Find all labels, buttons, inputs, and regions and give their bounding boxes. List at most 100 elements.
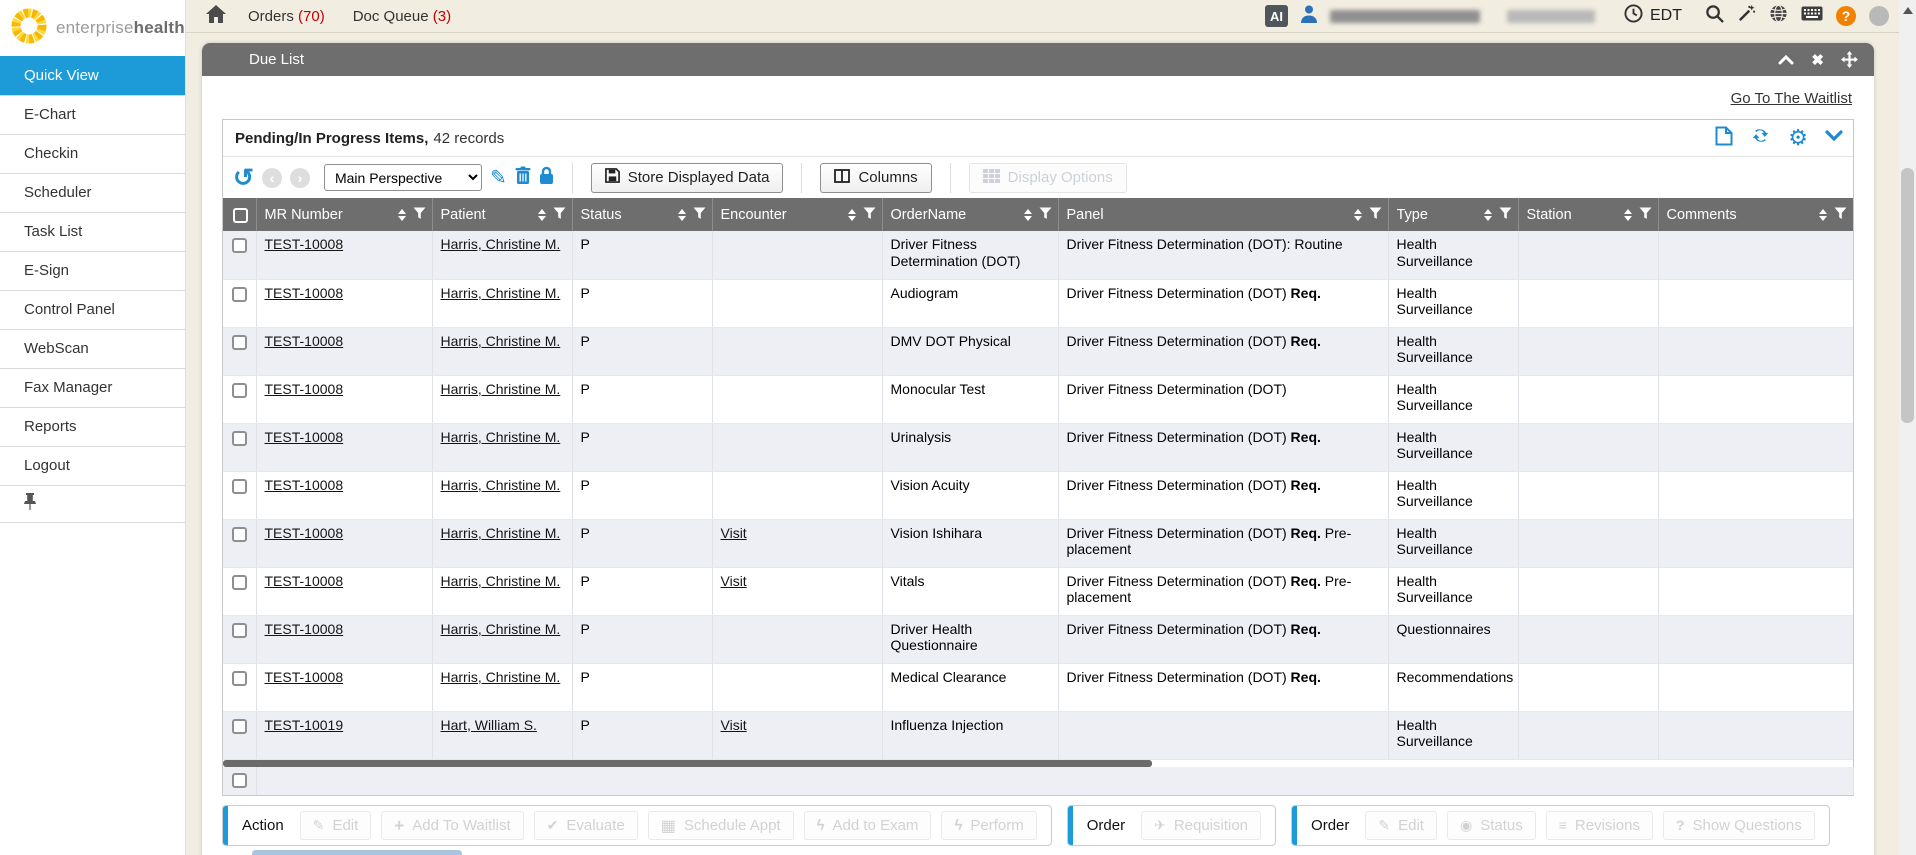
sort-icon[interactable]: [398, 209, 406, 221]
sidebar-item[interactable]: Fax Manager: [0, 368, 185, 407]
encounter-link[interactable]: Visit: [721, 717, 747, 733]
sidebar-item[interactable]: Task List: [0, 212, 185, 251]
patient-link[interactable]: Harris, Christine M.: [441, 525, 561, 541]
sidebar-pin[interactable]: [0, 485, 185, 523]
row-checkbox[interactable]: [232, 287, 247, 302]
sort-icon[interactable]: [678, 209, 686, 221]
filter-icon[interactable]: [413, 207, 426, 223]
sidebar-item[interactable]: Quick View: [0, 56, 185, 95]
sidebar-item[interactable]: Checkin: [0, 134, 185, 173]
row-checkbox[interactable]: [232, 773, 247, 788]
sort-icon[interactable]: [1819, 209, 1827, 221]
encounter-link[interactable]: Visit: [721, 573, 747, 589]
encounter-link[interactable]: Visit: [721, 525, 747, 541]
page-hscroll-thumb[interactable]: [252, 850, 462, 855]
filter-icon[interactable]: [553, 207, 566, 223]
mr-number-link[interactable]: TEST-10008: [265, 333, 344, 349]
patient-link[interactable]: Harris, Christine M.: [441, 333, 561, 349]
gear-icon[interactable]: ⚙: [1788, 128, 1808, 148]
mr-number-link[interactable]: TEST-10008: [265, 477, 344, 493]
patient-link[interactable]: Harris, Christine M.: [441, 285, 561, 301]
row-checkbox[interactable]: [232, 623, 247, 638]
sort-icon[interactable]: [1624, 209, 1632, 221]
filter-icon[interactable]: [863, 207, 876, 223]
sidebar-item[interactable]: E-Chart: [0, 95, 185, 134]
sidebar-item[interactable]: Logout: [0, 446, 185, 485]
table-hscroll-thumb[interactable]: [223, 760, 1152, 767]
patient-link[interactable]: Harris, Christine M.: [441, 669, 561, 685]
refresh-icon[interactable]: [1750, 125, 1771, 151]
sort-icon[interactable]: [1354, 209, 1362, 221]
move-icon[interactable]: [1841, 51, 1858, 68]
keyboard-icon[interactable]: [1801, 6, 1823, 26]
lock-icon[interactable]: [539, 166, 554, 190]
row-checkbox[interactable]: [232, 575, 247, 590]
sort-icon[interactable]: [538, 209, 546, 221]
delete-perspective-icon[interactable]: [515, 166, 531, 190]
select-all-checkbox[interactable]: [233, 208, 248, 223]
row-checkbox[interactable]: [232, 479, 247, 494]
filter-icon[interactable]: [1039, 207, 1052, 223]
row-checkbox[interactable]: [232, 527, 247, 542]
chevron-down-icon[interactable]: [1825, 129, 1843, 147]
patient-link[interactable]: Harris, Christine M.: [441, 381, 561, 397]
sidebar-item[interactable]: Reports: [0, 407, 185, 446]
clock-icon[interactable]: [1624, 4, 1643, 28]
nav-doc-queue[interactable]: Doc Queue (3): [353, 8, 451, 25]
row-checkbox[interactable]: [232, 671, 247, 686]
edit-perspective-icon[interactable]: ✎: [490, 165, 507, 190]
scroll-up-icon[interactable]: [1903, 7, 1913, 14]
wand-icon[interactable]: [1737, 4, 1756, 28]
mr-number-link[interactable]: TEST-10008: [265, 285, 344, 301]
sidebar-item[interactable]: Control Panel: [0, 290, 185, 329]
perspective-select[interactable]: Main Perspective: [324, 164, 482, 191]
row-checkbox[interactable]: [232, 238, 247, 253]
sidebar-item[interactable]: E-Sign: [0, 251, 185, 290]
filter-icon[interactable]: [1369, 207, 1382, 223]
mr-number-link[interactable]: TEST-10008: [265, 429, 344, 445]
mr-number-link[interactable]: TEST-10008: [265, 669, 344, 685]
scrollbar-thumb[interactable]: [1901, 168, 1914, 423]
columns-button[interactable]: Columns: [820, 163, 931, 193]
mr-number-link[interactable]: TEST-10008: [265, 236, 344, 252]
go-to-waitlist-link[interactable]: Go To The Waitlist: [1731, 90, 1852, 107]
row-checkbox[interactable]: [232, 719, 247, 734]
store-displayed-data-button[interactable]: Store Displayed Data: [591, 163, 784, 193]
close-icon[interactable]: ✖: [1811, 51, 1824, 69]
new-document-icon[interactable]: [1715, 126, 1733, 151]
patient-link[interactable]: Harris, Christine M.: [441, 477, 561, 493]
ai-badge[interactable]: AI: [1265, 5, 1288, 27]
globe-icon[interactable]: [1769, 4, 1788, 28]
mr-number-link[interactable]: TEST-10008: [265, 621, 344, 637]
patient-link[interactable]: Harris, Christine M.: [441, 621, 561, 637]
patient-link[interactable]: Harris, Christine M.: [441, 429, 561, 445]
mr-number-link[interactable]: TEST-10008: [265, 573, 344, 589]
collapse-icon[interactable]: [1778, 55, 1794, 65]
filter-icon[interactable]: [1639, 207, 1652, 223]
filter-icon[interactable]: [1834, 207, 1847, 223]
sidebar-item[interactable]: WebScan: [0, 329, 185, 368]
sort-icon[interactable]: [848, 209, 856, 221]
patient-link[interactable]: Harris, Christine M.: [441, 236, 561, 252]
row-checkbox[interactable]: [232, 335, 247, 350]
nav-orders[interactable]: Orders (70): [248, 8, 325, 25]
patient-link[interactable]: Hart, William S.: [441, 717, 537, 733]
mr-number-link[interactable]: TEST-10008: [265, 525, 344, 541]
page-scrollbar[interactable]: [1899, 0, 1916, 855]
undo-icon[interactable]: ↺: [233, 166, 254, 190]
filter-icon[interactable]: [1499, 207, 1512, 223]
patient-link[interactable]: Harris, Christine M.: [441, 573, 561, 589]
user-icon[interactable]: [1301, 5, 1317, 28]
sort-icon[interactable]: [1024, 209, 1032, 221]
row-checkbox[interactable]: [232, 383, 247, 398]
mr-number-link[interactable]: TEST-10008: [265, 381, 344, 397]
filter-icon[interactable]: [693, 207, 706, 223]
grid-record-count: 42 records: [433, 130, 504, 147]
home-icon[interactable]: [206, 5, 226, 28]
search-icon[interactable]: [1705, 4, 1724, 28]
help-icon[interactable]: ?: [1836, 6, 1856, 26]
sort-icon[interactable]: [1484, 209, 1492, 221]
row-checkbox[interactable]: [232, 431, 247, 446]
sidebar-item[interactable]: Scheduler: [0, 173, 185, 212]
mr-number-link[interactable]: TEST-10019: [265, 717, 344, 733]
